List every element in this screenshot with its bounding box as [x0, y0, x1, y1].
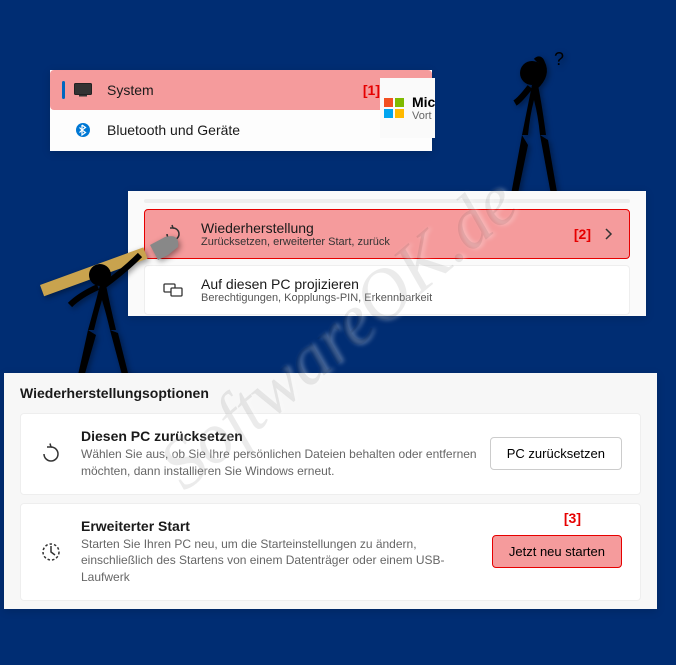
restart-now-button[interactable]: Jetzt neu starten: [492, 535, 622, 568]
annotation-2: [2]: [574, 226, 591, 242]
svg-text:?: ?: [554, 49, 564, 69]
ms-subtitle: Vort: [412, 110, 435, 122]
system-settings-panel: Wiederherstellung Zurücksetzen, erweiter…: [128, 191, 646, 316]
advanced-start-icon: [39, 540, 63, 564]
recovery-title: Wiederherstellung: [201, 220, 562, 236]
settings-item-project[interactable]: Auf diesen PC projizieren Berechtigungen…: [144, 265, 630, 315]
reset-title: Diesen PC zurücksetzen: [81, 428, 490, 444]
recovery-options-title: Wiederherstellungsoptionen: [20, 385, 641, 401]
recovery-item-advanced: Erweiterter Start Starten Sie Ihren PC n…: [20, 503, 641, 601]
sidebar-item-system[interactable]: System [1]: [50, 70, 432, 110]
microsoft-box: Mic Vort: [380, 78, 435, 138]
advanced-desc: Starten Sie Ihren PC neu, um die Startei…: [81, 536, 492, 586]
recovery-item-reset: Diesen PC zurücksetzen Wählen Sie aus, o…: [20, 413, 641, 495]
recovery-icon: [161, 222, 185, 246]
reset-icon: [39, 442, 63, 466]
project-icon: [161, 278, 185, 302]
ms-title: Mic: [412, 94, 435, 110]
settings-sidebar-panel: System [1] Bluetooth und Geräte: [50, 70, 432, 151]
sidebar-label-bluetooth: Bluetooth und Geräte: [107, 122, 240, 138]
settings-item-recovery[interactable]: Wiederherstellung Zurücksetzen, erweiter…: [144, 209, 630, 259]
system-icon: [73, 82, 93, 98]
project-title: Auf diesen PC projizieren: [201, 276, 613, 292]
annotation-1: [1]: [363, 82, 380, 98]
sidebar-label-system: System: [107, 82, 154, 98]
annotation-3: [3]: [564, 510, 581, 526]
advanced-title: Erweiterter Start: [81, 518, 492, 534]
project-subtitle: Berechtigungen, Kopplungs-PIN, Erkennbar…: [201, 292, 613, 304]
microsoft-logo-icon: [384, 98, 404, 118]
accent-indicator: [62, 81, 65, 99]
reset-desc: Wählen Sie aus, ob Sie Ihre persönlichen…: [81, 446, 490, 480]
recovery-subtitle: Zurücksetzen, erweiterter Start, zurück: [201, 236, 562, 248]
reset-pc-button[interactable]: PC zurücksetzen: [490, 437, 622, 470]
bluetooth-icon: [73, 122, 93, 138]
sidebar-item-bluetooth[interactable]: Bluetooth und Geräte: [50, 110, 432, 150]
recovery-options-panel: Wiederherstellungsoptionen Diesen PC zur…: [4, 373, 657, 609]
chevron-right-icon: [603, 227, 613, 241]
